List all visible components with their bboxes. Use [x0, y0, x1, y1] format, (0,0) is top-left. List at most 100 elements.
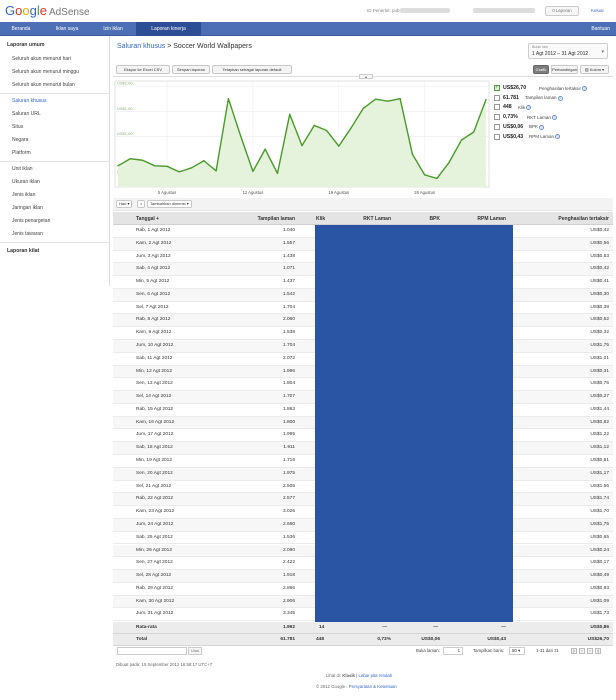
view-columns-button[interactable]: ▥ Kolom ▾ — [580, 65, 609, 74]
sidebar-item-targeting-types[interactable]: Jenis penargetan — [12, 218, 50, 224]
cell-pageviews: 1.804 — [282, 381, 295, 387]
legend-checkbox[interactable] — [494, 123, 500, 130]
tab-allow-ads[interactable]: Izin iklan — [92, 22, 134, 36]
dimension-day-button[interactable]: Hari ▾ — [116, 200, 133, 208]
last-page-icon[interactable]: ›| — [595, 648, 601, 654]
breadcrumb: Saluran khusus > Soccer World Wallpapers — [117, 43, 252, 50]
set-default-report-button[interactable]: Tetapkan sebagai laporan default — [212, 65, 292, 74]
col-earnings-header[interactable]: Penghasilan tertaksir — [558, 216, 609, 222]
messages-button[interactable]: 0 Laporan — [545, 6, 579, 16]
cell-earnings: US$0,52 — [590, 317, 609, 323]
cell-pageviews: 1.996 — [282, 368, 295, 374]
rows-per-page-select[interactable]: 50 ▾ — [509, 647, 525, 655]
jump-to-page-input[interactable]: 1 — [443, 647, 463, 655]
average-ctr: — — [382, 625, 387, 630]
breadcrumb-link-custom-channels[interactable]: Saluran khusus — [117, 43, 165, 50]
help-icon[interactable]: ? — [557, 95, 563, 101]
terms-link[interactable]: Persyaratan & Ketentuan — [349, 684, 397, 689]
cell-earnings: US$1,73 — [590, 611, 609, 617]
chevron-down-icon: ▾ — [126, 201, 130, 206]
redacted-account-email — [473, 8, 535, 13]
cell-pageviews: 1.863 — [282, 406, 295, 412]
view-chart-button[interactable]: Grafik — [533, 65, 549, 74]
sidebar-item-by-month[interactable]: Seluruh akun menurut bulan — [12, 82, 75, 88]
next-page-icon[interactable]: › — [587, 648, 593, 654]
help-icon[interactable]: ? — [555, 134, 561, 140]
cell-pageviews: 1.437 — [282, 279, 295, 285]
earnings-point — [129, 158, 131, 160]
help-icon[interactable]: ? — [582, 85, 588, 91]
cell-earnings: US$0,31 — [590, 368, 609, 374]
first-page-icon[interactable]: |‹ — [571, 648, 577, 654]
cell-pageviews: 1.918 — [282, 573, 295, 579]
help-icon[interactable]: ? — [539, 124, 545, 130]
sidebar-item-custom-channels[interactable]: Saluran khusus — [12, 98, 46, 104]
sidebar-item-platforms[interactable]: Platform — [12, 150, 31, 156]
sidebar-item-ad-networks[interactable]: Jaringan iklan — [12, 205, 43, 211]
legend-checkbox[interactable] — [494, 133, 500, 140]
cell-pageviews: 3.026 — [282, 509, 295, 515]
cell-earnings: US$1,12 — [590, 445, 609, 451]
date-range-picker[interactable]: Bulan lalu 1 Agt 2012 – 31 Agt 2012 ▾ — [528, 43, 608, 59]
col-date-header[interactable]: Tanggal + — [136, 216, 159, 222]
adsense-logo[interactable]: Google AdSense — [5, 4, 90, 19]
cell-date: Sel, 7 Agt 2012 — [136, 304, 169, 310]
sidebar-item-url-channels[interactable]: Saluran URL — [12, 111, 41, 117]
col-rpm-header[interactable]: RPM Laman — [477, 216, 506, 222]
cell-pageviews: 1.536 — [282, 534, 295, 540]
filter-button[interactable]: Ulas — [188, 647, 202, 655]
cell-earnings: US$0,93 — [590, 585, 609, 591]
col-cpc-header[interactable]: BPK — [429, 216, 440, 222]
help-icon[interactable]: ? — [526, 105, 532, 111]
cell-date: Rab, 22 Agt 2012 — [136, 496, 174, 502]
legend-name: RKT Laman? — [527, 115, 557, 120]
cell-pageviews: 1.800 — [282, 419, 295, 425]
tab-my-ads[interactable]: Iklan saya — [44, 22, 90, 36]
sidebar-item-ad-sizes[interactable]: Ukuran iklan — [12, 179, 40, 185]
cell-earnings: US$1,56 — [590, 483, 609, 489]
remove-dimension-button[interactable]: × — [137, 200, 146, 208]
view-comparison-button[interactable]: Perbandingan — [551, 65, 578, 74]
col-clicks-header[interactable]: Klik — [316, 216, 325, 222]
cell-date: Sel, 14 Agt 2012 — [136, 394, 172, 400]
cell-date: Rab, 8 Agt 2012 — [136, 317, 171, 323]
cell-earnings: US$0,81 — [590, 458, 609, 464]
export-csv-button[interactable]: Ekspor ke Excel CSV — [116, 65, 170, 74]
prev-page-icon[interactable]: ‹ — [579, 648, 585, 654]
sidebar-item-countries[interactable]: Negara — [12, 137, 28, 143]
cell-earnings: US$1,01 — [590, 355, 609, 361]
sidebar-item-sites[interactable]: Situs — [12, 124, 23, 130]
legend-checkbox[interactable] — [494, 114, 500, 121]
sidebar-item-ad-units[interactable]: Unit iklan — [12, 166, 33, 172]
legend-checkbox[interactable] — [494, 94, 500, 101]
sidebar-item-by-day[interactable]: Seluruh akun menurut hari — [12, 56, 71, 62]
help-link[interactable]: Bantuan — [591, 22, 610, 36]
tab-performance-reports[interactable]: Laporan kinerja — [136, 22, 201, 36]
legend-checkbox[interactable] — [494, 84, 500, 91]
earnings-point — [338, 145, 340, 147]
cell-earnings: US$1,74 — [590, 496, 609, 502]
cell-date: Kam, 16 Agt 2012 — [136, 419, 175, 425]
sidebar-divider — [0, 93, 110, 94]
view-mode-label: Lihat di: — [326, 673, 342, 678]
chevron-down-icon: ▾ — [601, 49, 604, 55]
view-mode-low-bandwidth[interactable]: Lebar pita rendah — [358, 673, 392, 678]
filter-input[interactable] — [117, 647, 187, 655]
cell-pageviews: 1.040 — [282, 228, 295, 233]
cell-earnings: US$1,09 — [590, 598, 609, 604]
legend-checkbox[interactable] — [494, 104, 500, 111]
col-pageviews-header[interactable]: Tampilan laman — [258, 216, 295, 222]
save-report-button[interactable]: Simpan laporan — [172, 65, 210, 74]
sidebar-item-ad-types[interactable]: Jenis iklan — [12, 192, 35, 198]
sidebar-item-by-week[interactable]: Seluruh akun menurut minggu — [12, 69, 79, 75]
logout-link[interactable]: Keluar — [591, 8, 604, 13]
sidebar-item-bid-types[interactable]: Jenis tawaran — [12, 231, 43, 237]
tab-home[interactable]: Beranda — [0, 22, 42, 36]
help-icon[interactable]: ? — [551, 114, 557, 120]
add-dimension-button[interactable]: Tambahkan dimensi ▾ — [147, 200, 192, 208]
cell-earnings: US$0,42 — [590, 266, 609, 272]
main-nav: Beranda Iklan saya Izin iklan Laporan ki… — [0, 22, 616, 36]
earnings-point — [117, 165, 119, 167]
cell-earnings: US$0,27 — [590, 394, 609, 400]
col-ctr-header[interactable]: RKT Laman — [363, 216, 391, 222]
